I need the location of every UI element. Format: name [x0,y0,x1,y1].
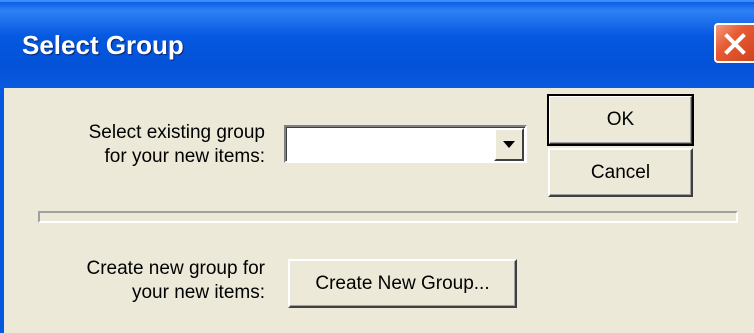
close-icon [724,33,746,55]
title-bar: Select Group [0,0,754,88]
existing-group-label-line1: Select existing group [88,122,265,143]
select-group-dialog: Select Group Select existing group for y… [0,0,754,333]
existing-group-label: Select existing group for your new items… [40,121,265,169]
window-frame-left [0,88,4,333]
create-group-label-line2: your new items: [131,282,265,303]
ok-button[interactable]: OK [547,94,694,146]
create-new-group-button[interactable]: Create New Group... [288,259,517,308]
dialog-title: Select Group [22,30,184,60]
close-button[interactable] [714,23,754,63]
cancel-button[interactable]: Cancel [548,148,693,197]
dropdown-arrow-icon [503,141,515,148]
create-group-label-line1: Create new group for [86,258,266,279]
existing-group-combobox[interactable] [284,125,527,163]
separator [38,211,738,223]
existing-group-dropdown-button[interactable] [494,128,524,161]
existing-group-label-line2: for your new items: [104,146,266,167]
create-group-label: Create new group for your new items: [40,257,266,305]
